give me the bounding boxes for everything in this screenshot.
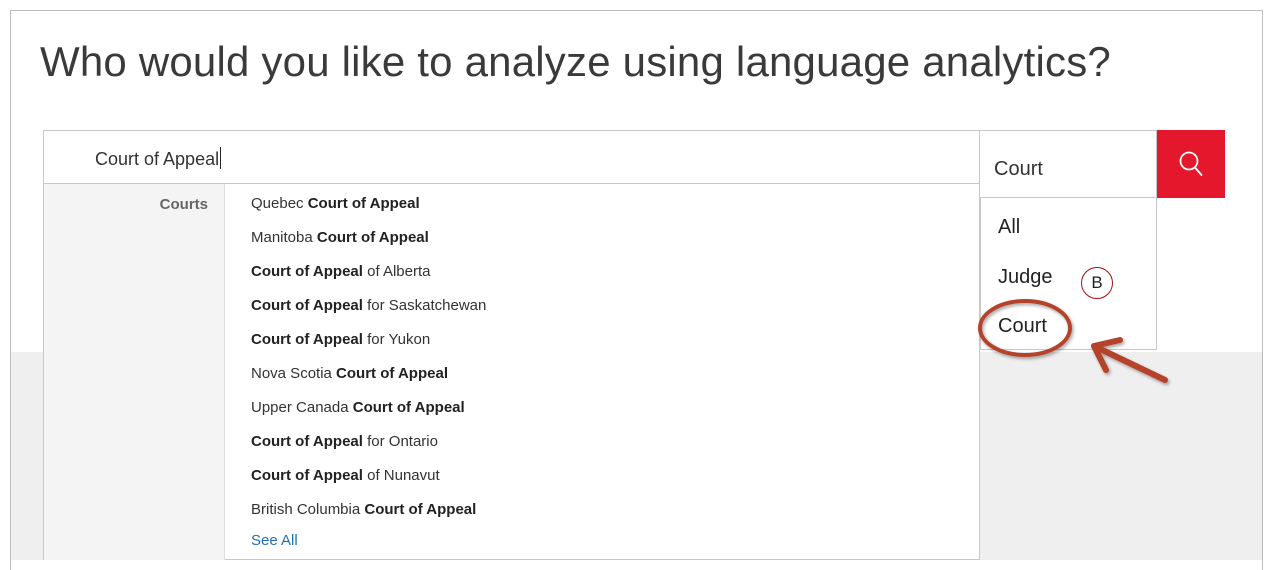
suggestion-match: Court of Appeal xyxy=(316,229,429,246)
search-input[interactable]: Court of Appeal xyxy=(43,130,980,184)
suggestion-item[interactable]: Court of Appeal for Yukon xyxy=(251,329,486,363)
suggestion-dropdown: Courts Quebec Court of Appeal Manitoba C… xyxy=(43,184,980,560)
search-button[interactable] xyxy=(1157,130,1225,198)
suggestion-text: Upper Canada xyxy=(251,399,353,416)
suggestion-item[interactable]: Manitoba Court of Appeal xyxy=(251,227,486,261)
suggestion-text: for Yukon xyxy=(362,331,431,348)
suggestion-text: British Columbia xyxy=(251,501,365,518)
suggestion-match: Court of Appeal xyxy=(336,365,448,382)
suggestion-item[interactable]: Court of Appeal for Ontario xyxy=(251,431,486,465)
suggestion-text: for Ontario xyxy=(362,433,438,450)
suggestion-text: of Nunavut xyxy=(362,467,440,484)
suggestion-item[interactable]: British Columbia Court of Appeal xyxy=(251,499,486,533)
suggestion-text: Nova Scotia xyxy=(251,365,337,382)
search-type-menu: All Judge Court xyxy=(980,198,1157,350)
search-type-select[interactable]: Court xyxy=(980,130,1157,198)
suggestion-category-label: Courts xyxy=(159,196,208,213)
suggestion-match: Court of Appeal xyxy=(364,501,477,518)
suggestion-text: Manitoba xyxy=(251,229,317,246)
suggestion-match: Court of Appeal xyxy=(352,399,465,416)
search-icon xyxy=(1179,151,1203,176)
type-option-judge[interactable]: Judge xyxy=(998,266,1053,289)
search-type-selected-value: Court xyxy=(994,158,1043,180)
suggestion-item[interactable]: Upper Canada Court of Appeal xyxy=(251,397,486,431)
type-option-all[interactable]: All xyxy=(998,216,1020,239)
suggestion-match: Court of Appeal xyxy=(251,433,363,450)
page-title: Who would you like to analyze using lang… xyxy=(40,38,1111,85)
suggestion-text: Quebec xyxy=(251,195,308,212)
step-badge: B xyxy=(1081,267,1113,299)
suggestion-category-column: Courts xyxy=(44,184,225,560)
suggestion-match: Court of Appeal xyxy=(251,297,363,314)
suggestion-text: for Saskatchewan xyxy=(362,297,487,314)
text-caret xyxy=(220,147,222,169)
see-all-link[interactable]: See All xyxy=(251,532,298,549)
suggestion-match: Court of Appeal xyxy=(251,467,363,484)
search-input-value: Court of Appeal xyxy=(95,149,220,169)
suggestion-match: Court of Appeal xyxy=(251,263,363,280)
suggestion-item[interactable]: Quebec Court of Appeal xyxy=(251,193,486,227)
suggestion-text: of Alberta xyxy=(362,263,431,280)
suggestion-item[interactable]: Court of Appeal of Alberta xyxy=(251,261,486,295)
suggestion-list: Quebec Court of Appeal Manitoba Court of… xyxy=(251,193,486,533)
type-option-court[interactable]: Court xyxy=(998,315,1047,338)
suggestion-item[interactable]: Court of Appeal for Saskatchewan xyxy=(251,295,486,329)
suggestion-match: Court of Appeal xyxy=(307,195,420,212)
suggestion-item[interactable]: Court of Appeal of Nunavut xyxy=(251,465,486,499)
suggestion-item[interactable]: Nova Scotia Court of Appeal xyxy=(251,363,486,397)
suggestion-match: Court of Appeal xyxy=(251,331,363,348)
search-input-text: Court of Appeal xyxy=(95,147,222,170)
